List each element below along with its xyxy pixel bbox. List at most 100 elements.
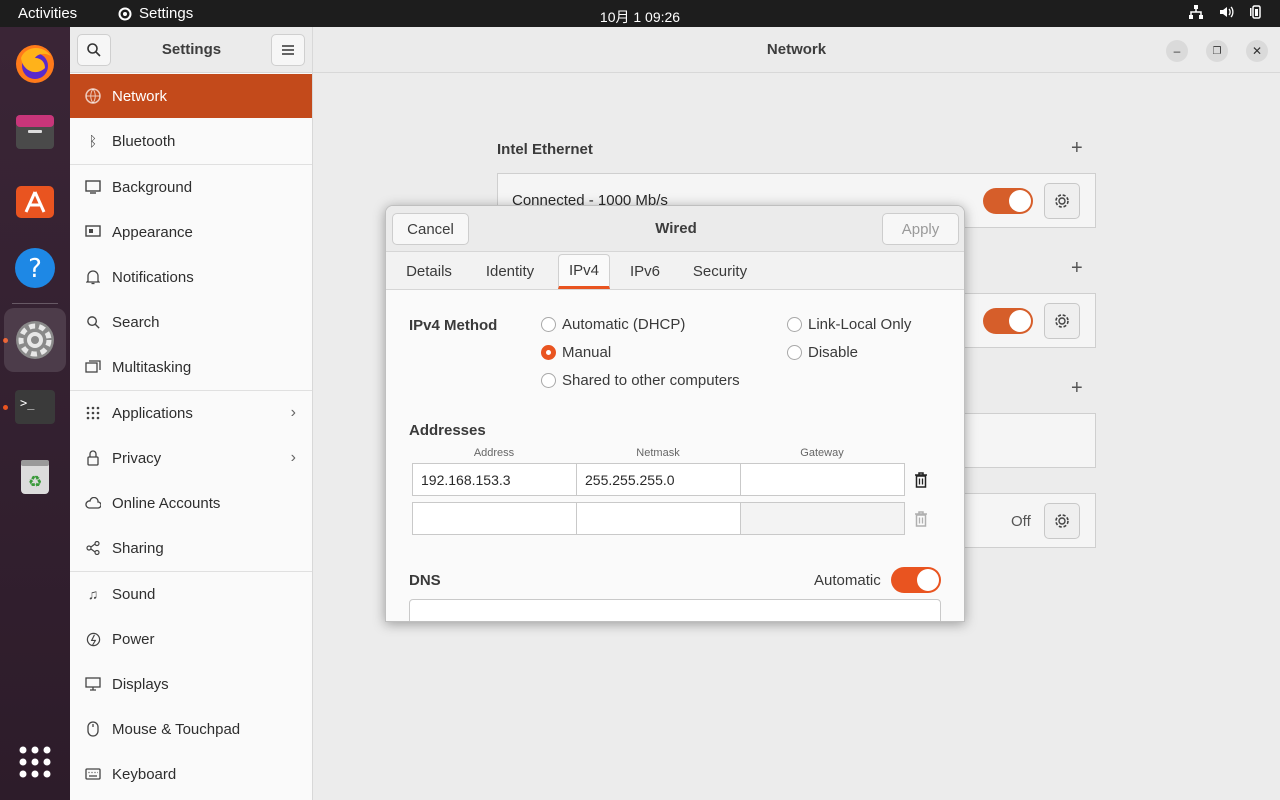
delete-address-button-disabled[interactable] xyxy=(904,502,937,535)
dock-firefox[interactable] xyxy=(10,39,60,89)
wired-dialog: Cancel Wired Apply Details Identity IPv4… xyxy=(385,205,965,622)
sidebar-item-power[interactable]: Power xyxy=(70,617,312,661)
svg-text:>_: >_ xyxy=(20,396,35,410)
apply-button[interactable]: Apply xyxy=(882,213,959,245)
radio-indicator xyxy=(787,317,802,332)
address-input-empty[interactable] xyxy=(412,502,577,535)
radio-label: Shared to other computers xyxy=(562,372,740,389)
connection-toggle[interactable] xyxy=(983,308,1033,334)
sidebar-item-displays[interactable]: Displays xyxy=(70,662,312,706)
volume-icon xyxy=(1220,6,1234,18)
show-apps-button[interactable] xyxy=(10,737,60,787)
add-vpn-button[interactable]: + xyxy=(1071,377,1083,400)
address-input[interactable]: 192.168.153.3 xyxy=(412,463,577,496)
toggle-knob xyxy=(917,569,939,591)
method-disable-radio[interactable]: Disable xyxy=(787,344,858,361)
toggle-knob xyxy=(1009,190,1031,212)
close-icon: ✕ xyxy=(1251,44,1263,58)
proxy-status: Off xyxy=(1011,513,1031,530)
method-automatic-radio[interactable]: Automatic (DHCP) xyxy=(541,316,685,333)
sidebar-item-label: Online Accounts xyxy=(112,494,221,512)
sidebar-item-applications[interactable]: Applications › xyxy=(70,391,312,435)
dns-automatic-toggle[interactable] xyxy=(891,567,941,593)
tab-identity[interactable]: Identity xyxy=(476,252,544,290)
sidebar: Network ᛒ Bluetooth Background Appearanc… xyxy=(70,73,313,800)
tab-ipv4[interactable]: IPv4 xyxy=(558,254,610,289)
sidebar-item-label: Bluetooth xyxy=(112,132,176,150)
netmask-input[interactable]: 255.255.255.0 xyxy=(576,463,741,496)
gateway-input-empty[interactable] xyxy=(740,502,905,535)
close-button[interactable]: ✕ xyxy=(1246,40,1268,62)
method-manual-radio[interactable]: Manual xyxy=(541,344,611,361)
settings-icon xyxy=(16,321,54,359)
cloud-icon xyxy=(84,494,102,512)
connection-settings-button[interactable] xyxy=(1044,303,1080,339)
dock-app-center[interactable] xyxy=(10,175,60,225)
tab-details[interactable]: Details xyxy=(398,252,460,290)
ethernet-toggle[interactable] xyxy=(983,188,1033,214)
minimize-button[interactable]: – xyxy=(1166,40,1188,62)
sidebar-item-search[interactable]: Search xyxy=(70,300,312,344)
dock-help[interactable]: ? xyxy=(10,243,60,293)
ipv4-method-label: IPv4 Method xyxy=(409,317,498,334)
terminal-icon: >_ xyxy=(15,390,55,424)
system-tray[interactable] xyxy=(1188,4,1264,20)
proxy-settings-button[interactable] xyxy=(1044,503,1080,539)
dock-separator xyxy=(12,303,58,304)
dock-terminal[interactable]: >_ xyxy=(10,382,60,432)
sidebar-item-label: Multitasking xyxy=(112,358,192,376)
radio-label: Link-Local Only xyxy=(808,316,912,333)
clock[interactable]: 10月 1 09:26 xyxy=(0,7,1280,27)
tab-security[interactable]: Security xyxy=(686,252,754,290)
sidebar-item-bluetooth[interactable]: ᛒ Bluetooth xyxy=(70,119,312,163)
delete-address-button[interactable] xyxy=(904,463,937,496)
addresses-label: Addresses xyxy=(409,422,486,439)
trash-bin-icon: ♻ xyxy=(21,460,49,494)
method-shared-radio[interactable]: Shared to other computers xyxy=(541,372,740,389)
menu-button[interactable] xyxy=(271,34,305,66)
sidebar-item-appearance[interactable]: Appearance xyxy=(70,210,312,254)
method-linklocal-radio[interactable]: Link-Local Only xyxy=(787,316,911,333)
sidebar-item-label: Background xyxy=(112,178,193,196)
sidebar-item-sharing[interactable]: Sharing xyxy=(70,526,312,570)
sidebar-item-multitasking[interactable]: Multitasking xyxy=(70,345,312,389)
dock-settings[interactable] xyxy=(4,308,66,372)
tab-ipv6[interactable]: IPv6 xyxy=(622,252,668,290)
dock-files[interactable] xyxy=(10,107,60,157)
share-icon xyxy=(84,539,102,557)
sidebar-item-network[interactable]: Network xyxy=(70,74,312,118)
sidebar-item-online-accounts[interactable]: Online Accounts xyxy=(70,481,312,525)
sidebar-item-mouse-touchpad[interactable]: Mouse & Touchpad xyxy=(70,707,312,751)
sidebar-item-sound[interactable]: ♫ Sound xyxy=(70,572,312,616)
dock-trash[interactable]: ♻ xyxy=(10,451,60,501)
gateway-input[interactable] xyxy=(740,463,905,496)
dns-label: DNS xyxy=(409,572,441,589)
sidebar-item-background[interactable]: Background xyxy=(70,165,312,209)
netmask-input-empty[interactable] xyxy=(576,502,741,535)
add-connection-button[interactable]: + xyxy=(1071,257,1083,280)
bell-icon xyxy=(84,268,102,286)
sidebar-item-notifications[interactable]: Notifications xyxy=(70,255,312,299)
appearance-icon xyxy=(84,223,102,241)
dialog-title: Wired xyxy=(655,220,697,237)
grid-icon xyxy=(84,404,102,422)
ethernet-settings-button[interactable] xyxy=(1044,183,1080,219)
background-icon xyxy=(84,178,102,196)
sidebar-item-label: Applications xyxy=(112,404,193,422)
main-header: Network – ❐ ✕ xyxy=(313,27,1280,73)
sidebar-item-label: Notifications xyxy=(112,268,194,286)
app-grid-icon xyxy=(19,746,51,778)
sidebar-item-privacy[interactable]: Privacy › xyxy=(70,436,312,480)
sidebar-item-keyboard[interactable]: Keyboard xyxy=(70,752,312,796)
keyboard-icon xyxy=(84,765,102,783)
music-note-icon: ♫ xyxy=(87,586,99,602)
add-connection-button[interactable]: + xyxy=(1071,137,1083,160)
radio-indicator xyxy=(787,345,802,360)
files-icon xyxy=(16,115,54,149)
search-icon xyxy=(84,313,102,331)
firefox-icon xyxy=(16,45,54,83)
top-bar: Activities Settings 10月 1 09:26 xyxy=(0,0,1280,27)
maximize-button[interactable]: ❐ xyxy=(1206,40,1228,62)
dns-input[interactable] xyxy=(409,599,941,621)
trash-icon xyxy=(914,471,927,488)
